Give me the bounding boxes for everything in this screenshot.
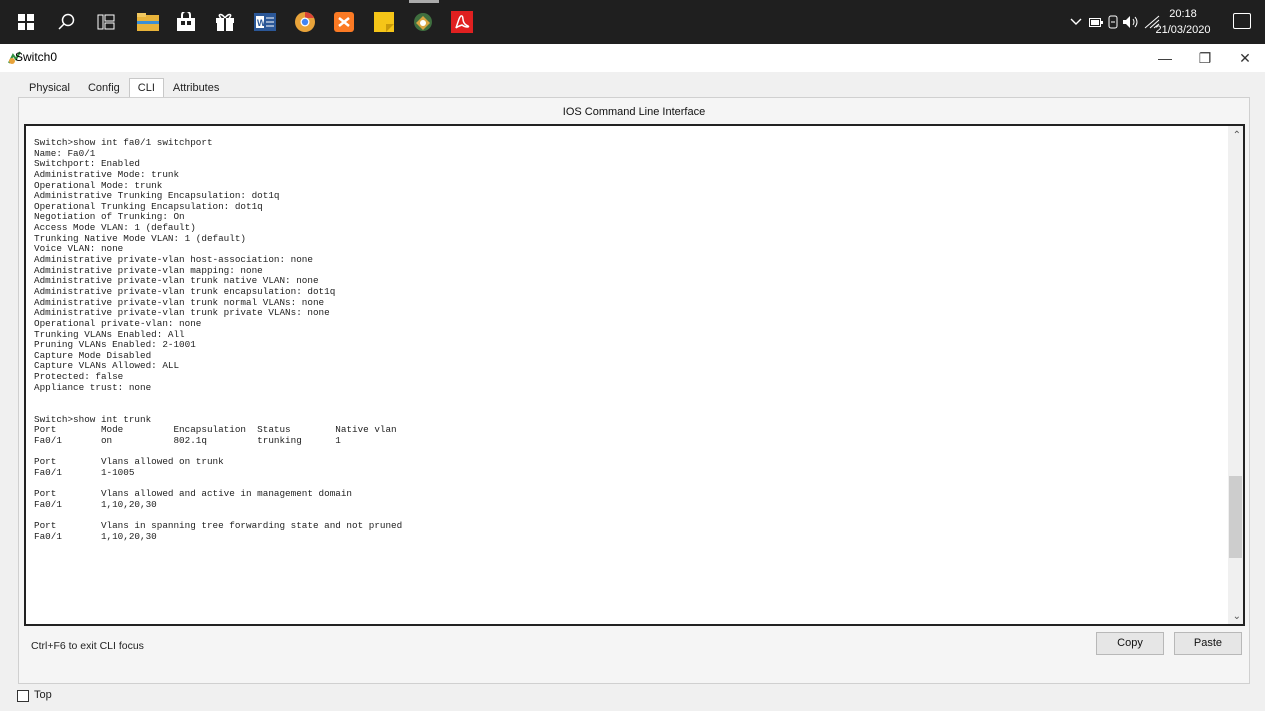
cli-line: Operational private-vlan: none xyxy=(34,317,202,329)
maximize-button[interactable]: ❐ xyxy=(1185,44,1225,72)
scrollbar-thumb[interactable] xyxy=(1229,476,1242,558)
tab-config[interactable]: Config xyxy=(79,78,129,98)
cli-header: IOS Command Line Interface xyxy=(562,106,706,118)
windows-start-icon[interactable] xyxy=(12,8,40,36)
cli-line: Switchport: Enabled xyxy=(34,158,141,170)
gift-icon[interactable] xyxy=(211,8,239,36)
cli-focus-hint: Ctrl+F6 to exit CLI focus xyxy=(31,640,144,652)
cli-line: Administrative Mode: trunk xyxy=(34,168,180,180)
packet-tracer-icon[interactable] xyxy=(409,8,437,36)
cli-line xyxy=(34,404,1224,415)
top-checkbox[interactable] xyxy=(17,690,29,702)
cli-line: Trunking VLANs Enabled: All xyxy=(34,328,185,340)
cli-line: Fa0/1 1-1005 xyxy=(34,466,135,478)
clock-time: 20:18 xyxy=(1169,8,1197,20)
cli-line: Capture Mode Disabled xyxy=(34,349,152,361)
cli-line: Port Vlans allowed and active in managem… xyxy=(34,488,353,500)
store-icon[interactable] xyxy=(172,8,200,36)
notification-center-icon[interactable] xyxy=(1233,13,1251,29)
cli-line xyxy=(34,393,1224,404)
active-app-indicator xyxy=(409,0,439,3)
xampp-icon[interactable] xyxy=(330,8,358,36)
volume-icon[interactable] xyxy=(1122,0,1140,44)
cli-line: Fa0/1 1,10,20,30 xyxy=(34,498,157,510)
clock[interactable]: 20:18 21/03/2020 xyxy=(1153,6,1213,38)
battery-icon[interactable] xyxy=(1089,0,1103,44)
copy-button[interactable]: Copy xyxy=(1096,632,1164,655)
window-titlebar: Switch0 — ❐ ✕ xyxy=(0,44,1265,72)
chrome-icon[interactable] xyxy=(291,8,319,36)
cli-line: Fa0/1 on 802.1q trunking 1 xyxy=(34,434,341,446)
taskbar: W 20:18 21/03/2020 xyxy=(0,0,1265,44)
cli-line: Pruning VLANs Enabled: 2-1001 xyxy=(34,339,196,351)
cli-line: Trunking Native Mode VLAN: 1 (default) xyxy=(34,232,247,244)
cli-line: Administrative private-vlan trunk privat… xyxy=(34,307,330,319)
tab-cli[interactable]: CLI xyxy=(128,78,164,98)
vertical-scrollbar[interactable]: ⌃ ⌄ xyxy=(1228,126,1243,624)
cli-line: Fa0/1 1,10,20,30 xyxy=(34,530,157,542)
file-explorer-icon[interactable] xyxy=(134,8,162,36)
cli-line: Administrative private-vlan trunk encaps… xyxy=(34,285,336,297)
tab-physical[interactable]: Physical xyxy=(20,78,79,98)
minimize-button[interactable]: — xyxy=(1145,44,1185,72)
pdf-reader-icon[interactable] xyxy=(448,8,476,36)
cli-line: Operational Trunking Encapsulation: dot1… xyxy=(34,200,263,212)
cli-line: Negotiation of Trunking: On xyxy=(34,211,185,223)
tray-chevron-up-icon[interactable] xyxy=(1070,0,1082,44)
scroll-up-icon[interactable]: ⌃ xyxy=(1233,130,1241,141)
cli-terminal[interactable]: Switch>show int fa0/1 switchport Name: Fa… xyxy=(24,124,1245,626)
cli-line: Port Vlans allowed on trunk xyxy=(34,456,224,468)
cli-line: Protected: false xyxy=(34,371,124,383)
clock-date: 21/03/2020 xyxy=(1155,24,1211,36)
top-checkbox-label: Top xyxy=(34,689,52,701)
tab-attributes[interactable]: Attributes xyxy=(164,78,228,98)
search-icon[interactable] xyxy=(53,8,81,36)
cli-panel: IOS Command Line Interface Switch>show i… xyxy=(18,97,1250,684)
task-view-icon[interactable] xyxy=(92,8,120,36)
cli-line: Appliance trust: none xyxy=(34,381,152,393)
cli-line: Port Vlans in spanning tree forwarding s… xyxy=(34,520,403,532)
word-icon[interactable]: W xyxy=(251,8,279,36)
network-icon[interactable] xyxy=(1108,0,1118,44)
window-title: Switch0 xyxy=(15,50,58,64)
scroll-down-icon[interactable]: ⌄ xyxy=(1233,611,1241,622)
sticky-notes-icon[interactable] xyxy=(370,8,398,36)
cli-line: Switch>show int fa0/1 switchport xyxy=(34,137,213,148)
tab-bar: Physical Config CLI Attributes xyxy=(20,78,228,98)
cli-line: Capture VLANs Allowed: ALL xyxy=(34,360,180,372)
cli-output[interactable]: Switch>show int fa0/1 switchport Name: Fa… xyxy=(34,137,1224,542)
svg-text:W: W xyxy=(257,18,266,28)
close-button[interactable]: ✕ xyxy=(1225,44,1265,72)
cli-line: Name: Fa0/1 xyxy=(34,147,96,159)
paste-button[interactable]: Paste xyxy=(1174,632,1242,655)
